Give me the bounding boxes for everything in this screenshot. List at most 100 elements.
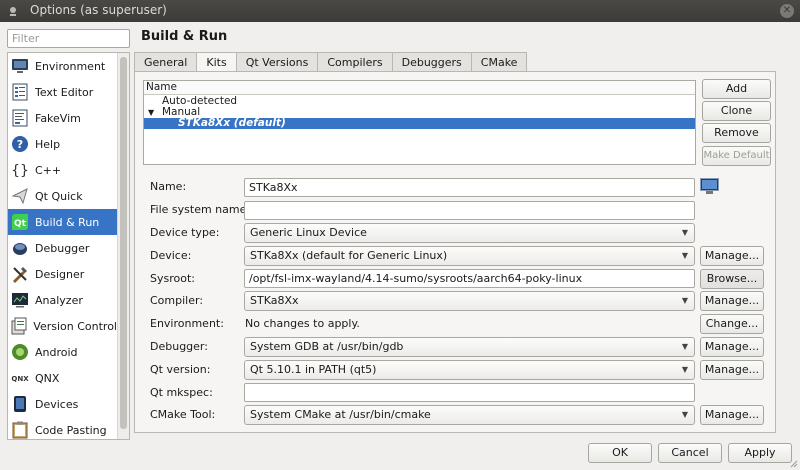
scrollbar-thumb[interactable]	[120, 57, 127, 429]
tab-cmake[interactable]: CMake	[470, 52, 528, 72]
filter-input[interactable]	[7, 29, 130, 48]
device-value: STKa8Xx (default for Generic Linux)	[250, 249, 448, 262]
sysroot-field[interactable]: /opt/fsl-imx-wayland/4.14-sumo/sysroots/…	[244, 269, 695, 288]
debugger-combo[interactable]: System GDB at /usr/bin/gdb ▼	[244, 337, 695, 357]
debugger-value: System GDB at /usr/bin/gdb	[250, 340, 404, 353]
qt-version-manage-button[interactable]: Manage...	[700, 360, 764, 380]
qt-version-value: Qt 5.10.1 in PATH (qt5)	[250, 363, 377, 376]
compiler-combo[interactable]: STKa8Xx ▼	[244, 291, 695, 311]
tree-row-kit[interactable]: STKa8Xx (default)	[144, 118, 695, 129]
window-close-button[interactable]: ✕	[780, 4, 794, 18]
device-combo[interactable]: STKa8Xx (default for Generic Linux) ▼	[244, 246, 695, 266]
tab-debuggers[interactable]: Debuggers	[391, 52, 472, 72]
category-label: Android	[35, 345, 78, 359]
svg-text:{}: {}	[11, 163, 29, 179]
category-qnx[interactable]: QNX QNX	[8, 365, 117, 391]
category-label: C++	[35, 163, 62, 177]
window-menu-icon[interactable]	[7, 5, 19, 17]
device-type-label: Device type:	[150, 226, 220, 239]
tab-qt-versions[interactable]: Qt Versions	[235, 52, 319, 72]
category-label: Help	[35, 137, 61, 151]
qt-mkspec-field[interactable]	[244, 383, 695, 402]
file-system-name-field[interactable]	[244, 201, 695, 220]
android-icon	[10, 342, 30, 362]
version-control-icon	[10, 316, 28, 336]
category-android[interactable]: Android	[8, 339, 117, 365]
category-text-editor[interactable]: Text Editor	[8, 79, 117, 105]
device-monitor-icon[interactable]	[700, 178, 719, 195]
category-list: Environment Text Editor FakeVim ? Help {…	[7, 52, 130, 440]
category-debugger[interactable]: Debugger	[8, 235, 117, 261]
tab-compilers[interactable]: Compilers	[317, 52, 393, 72]
device-type-value: Generic Linux Device	[250, 226, 367, 239]
analyzer-icon	[10, 290, 30, 310]
category-cpp[interactable]: {} C++	[8, 157, 117, 183]
ok-button[interactable]: OK	[588, 443, 652, 463]
environment-value: No changes to apply.	[245, 317, 360, 330]
category-label: QNX	[35, 371, 60, 385]
tree-row-auto-detected[interactable]: Auto-detected	[144, 96, 695, 107]
category-label: Devices	[35, 397, 79, 411]
make-default-button[interactable]: Make Default	[702, 146, 771, 166]
qt-version-label: Qt version:	[150, 363, 211, 376]
add-kit-button[interactable]: Add	[702, 79, 771, 99]
compiler-label: Compiler:	[150, 294, 204, 307]
cancel-button[interactable]: Cancel	[658, 443, 722, 463]
name-field[interactable]: STKa8Xx	[244, 178, 695, 197]
qt-build-run-icon: Qt	[10, 212, 30, 232]
tab-general[interactable]: General	[134, 52, 198, 72]
tree-column-header[interactable]: Name	[144, 81, 695, 95]
dropdown-arrow-icon: ▼	[681, 365, 688, 374]
sysroot-browse-button[interactable]: Browse...	[700, 269, 764, 289]
cmake-tool-value: System CMake at /usr/bin/cmake	[250, 408, 431, 421]
debugger-manage-button[interactable]: Manage...	[700, 337, 764, 357]
category-environment[interactable]: Environment	[8, 53, 117, 79]
clone-kit-button[interactable]: Clone	[702, 101, 771, 121]
svg-text:Qt: Qt	[14, 219, 27, 229]
resize-grip-icon[interactable]	[790, 460, 798, 468]
category-qt-quick[interactable]: Qt Quick	[8, 183, 117, 209]
debugger-label: Debugger:	[150, 340, 208, 353]
category-label: Debugger	[35, 241, 90, 255]
svg-text:QNX: QNX	[11, 375, 29, 383]
category-devices[interactable]: Devices	[8, 391, 117, 417]
environment-change-button[interactable]: Change...	[700, 314, 764, 334]
cmake-tool-combo[interactable]: System CMake at /usr/bin/cmake ▼	[244, 405, 695, 425]
designer-icon	[10, 264, 30, 284]
category-designer[interactable]: Designer	[8, 261, 117, 287]
category-fakevim[interactable]: FakeVim	[8, 105, 117, 131]
kits-tree[interactable]: Name Auto-detected ▼ Manual STKa8Xx (def…	[143, 80, 696, 165]
device-type-combo[interactable]: Generic Linux Device ▼	[244, 223, 695, 243]
category-version-control[interactable]: Version Control	[8, 313, 117, 339]
category-list-scrollbar[interactable]	[117, 53, 129, 439]
category-help[interactable]: ? Help	[8, 131, 117, 157]
expand-arrow-icon[interactable]: ▼	[148, 107, 154, 118]
category-label: Designer	[35, 267, 85, 281]
dialog-button-bar: OK Cancel Apply	[0, 440, 800, 470]
compiler-manage-button[interactable]: Manage...	[700, 291, 764, 311]
name-label: Name:	[150, 180, 187, 193]
category-label: Version Control	[33, 319, 117, 333]
dropdown-arrow-icon: ▼	[681, 251, 688, 260]
fakevim-icon	[10, 108, 30, 128]
svg-text:?: ?	[17, 138, 23, 151]
monitor-icon	[10, 56, 30, 76]
category-label: Code Pasting	[35, 423, 107, 437]
tab-kits[interactable]: Kits	[196, 52, 237, 73]
category-code-pasting[interactable]: Code Pasting	[8, 417, 117, 439]
category-label: Qt Quick	[35, 189, 83, 203]
qt-mkspec-label: Qt mkspec:	[150, 386, 213, 399]
tree-row-label: STKa8Xx (default)	[178, 117, 286, 129]
qt-version-combo[interactable]: Qt 5.10.1 in PATH (qt5) ▼	[244, 360, 695, 380]
category-build-run[interactable]: Qt Build & Run	[8, 209, 117, 235]
apply-button[interactable]: Apply	[728, 443, 792, 463]
device-manage-button[interactable]: Manage...	[700, 246, 764, 266]
device-label: Device:	[150, 249, 192, 262]
category-label: FakeVim	[35, 111, 81, 125]
dropdown-arrow-icon: ▼	[681, 228, 688, 237]
braces-icon: {}	[10, 160, 30, 180]
category-analyzer[interactable]: Analyzer	[8, 287, 117, 313]
remove-kit-button[interactable]: Remove	[702, 123, 771, 143]
sysroot-label: Sysroot:	[150, 272, 195, 285]
cmake-tool-manage-button[interactable]: Manage...	[700, 405, 764, 425]
